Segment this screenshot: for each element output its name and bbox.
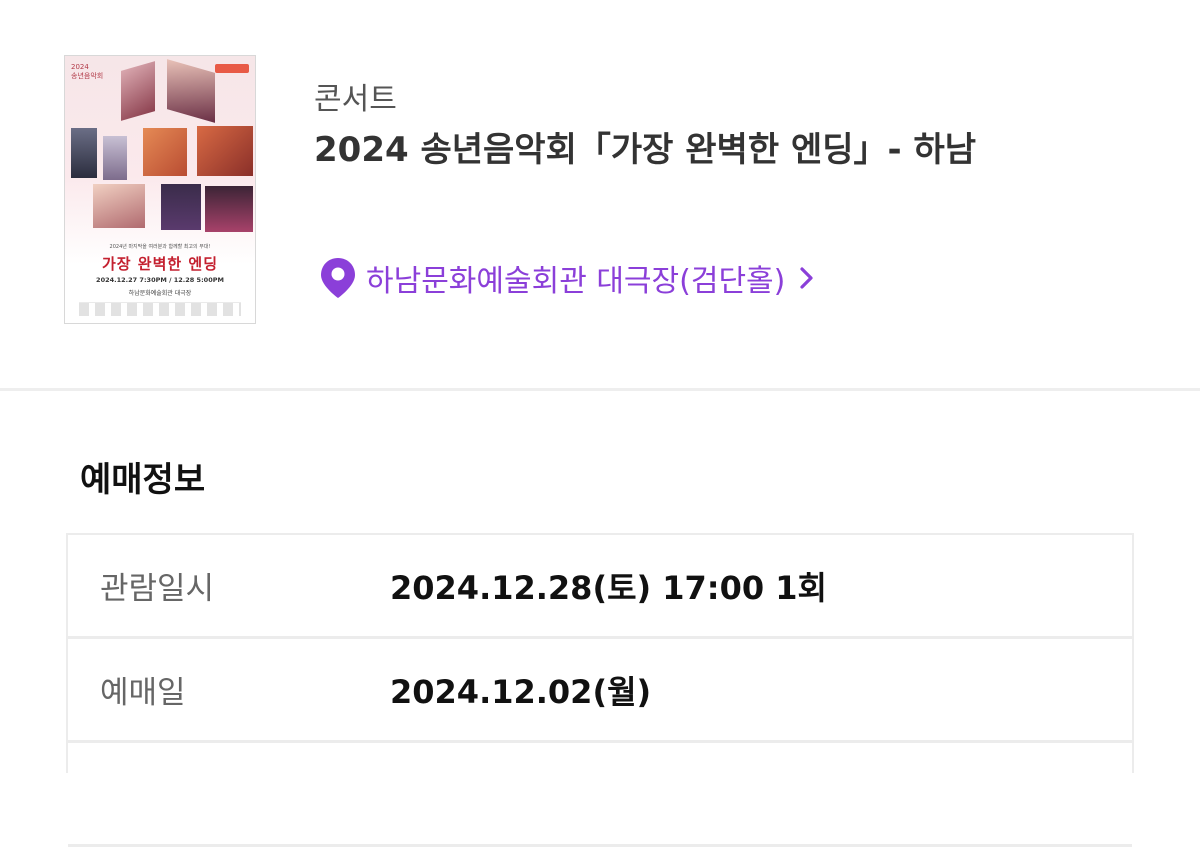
poster-photo bbox=[197, 126, 253, 176]
table-row bbox=[68, 743, 1132, 847]
section-divider bbox=[0, 388, 1200, 391]
poster-sponsor-strip bbox=[79, 302, 241, 316]
booking-info-heading: 예매정보 bbox=[80, 460, 206, 500]
row-label: 예매일 bbox=[100, 675, 186, 711]
venue-link[interactable]: 하남문화예술회관 대극장(검단홀) bbox=[318, 256, 819, 300]
poster-photo bbox=[205, 186, 253, 232]
location-pin-icon bbox=[321, 258, 355, 298]
row-value: 2024.12.28(토) 17:00 1회 bbox=[390, 568, 827, 607]
event-title: 2024 송년음악회「가장 완벽한 엔딩」- 하남 bbox=[314, 130, 977, 170]
poster-photo bbox=[161, 184, 201, 230]
poster-dates: 2024.12.27 7:30PM / 12.28 5:00PM bbox=[96, 276, 224, 284]
table-row: 예매일 2024.12.02(월) bbox=[68, 639, 1132, 743]
venue-name: 하남문화예술회관 대극장(검단홀) bbox=[366, 264, 786, 299]
poster-photo bbox=[71, 128, 97, 178]
poster-photo bbox=[143, 128, 187, 176]
poster-photo bbox=[103, 136, 127, 180]
booking-info-table: 관람일시 2024.12.28(토) 17:00 1회 예매일 2024.12.… bbox=[66, 533, 1134, 847]
poster-photo bbox=[93, 184, 145, 228]
row-label: 관람일시 bbox=[100, 571, 215, 607]
event-category: 콘서트 bbox=[314, 82, 397, 117]
table-row: 관람일시 2024.12.28(토) 17:00 1회 bbox=[68, 535, 1132, 639]
event-header: 2024 송년음악회 2024년 마지막을 여러분과 함께할 최고의 무대! 가장… bbox=[0, 0, 1200, 388]
poster-logo bbox=[215, 64, 249, 73]
poster-year: 2024 송년음악회 bbox=[71, 63, 104, 80]
chevron-right-icon bbox=[800, 267, 813, 289]
poster-photo bbox=[121, 61, 155, 121]
poster-title: 가장 완벽한 엔딩 bbox=[101, 255, 219, 273]
poster-subtitle: 2024년 마지막을 여러분과 함께할 최고의 무대! bbox=[109, 244, 211, 250]
poster-photo bbox=[167, 59, 215, 123]
poster-place: 하남문화예술회관 대극장 bbox=[128, 290, 192, 297]
row-value: 2024.12.02(월) bbox=[390, 672, 652, 711]
event-poster-image[interactable]: 2024 송년음악회 2024년 마지막을 여러분과 함께할 최고의 무대! 가장… bbox=[64, 55, 256, 324]
